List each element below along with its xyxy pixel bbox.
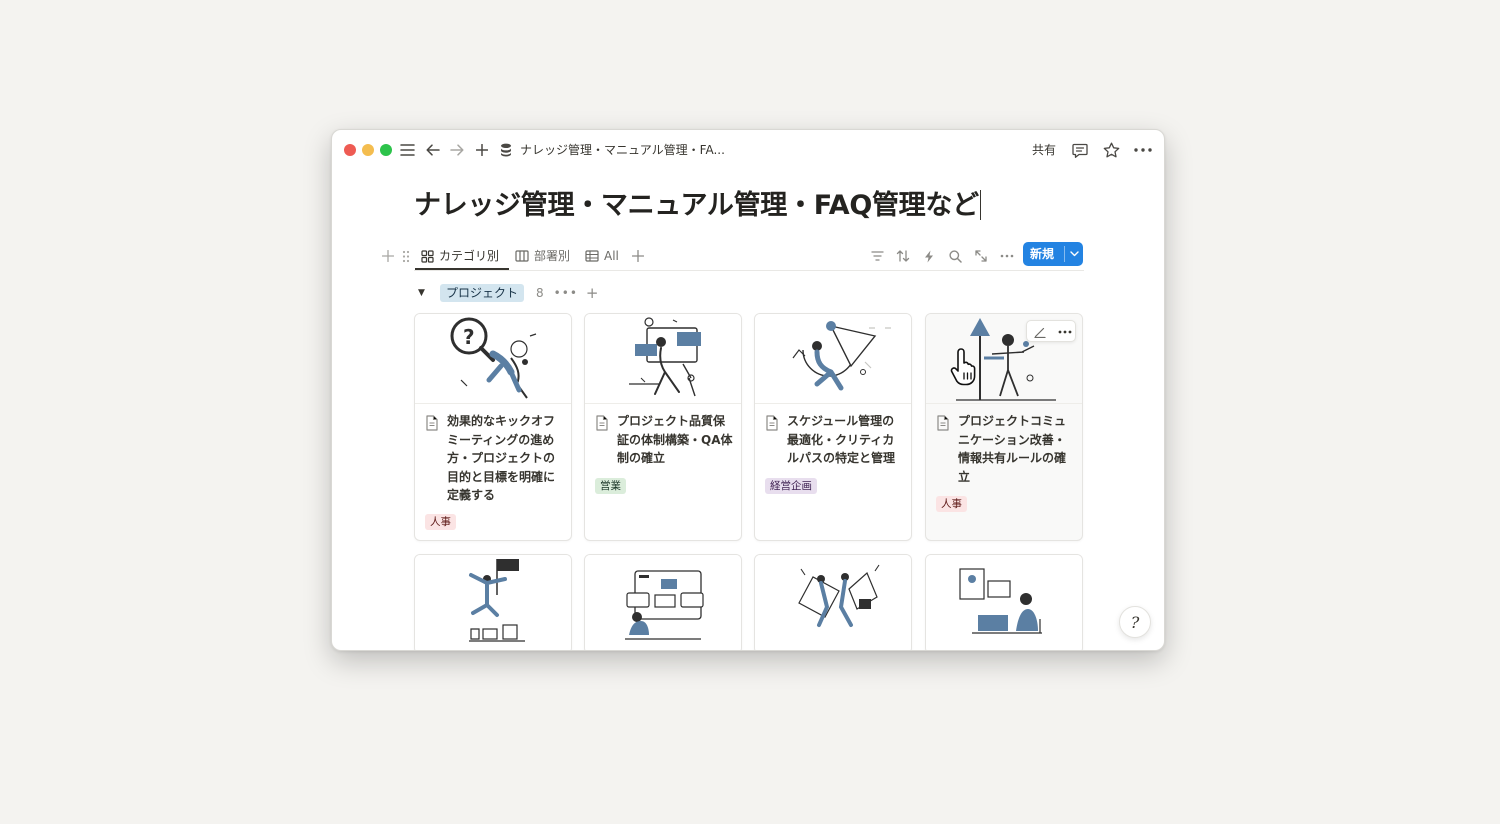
sort-icon[interactable] [893, 246, 913, 266]
menu-icon[interactable] [398, 140, 416, 160]
hand-cursor-icon [950, 348, 976, 386]
board-icon [515, 250, 529, 262]
group-badge[interactable]: プロジェクト [440, 284, 525, 302]
card-title: プロジェクト品質保証の体制構築・QA体制の確立 [617, 414, 733, 465]
group-collapse-toggle[interactable]: ▼ [418, 288, 432, 298]
card-cover-illustration [585, 555, 741, 645]
card-more-icon[interactable] [1052, 321, 1077, 343]
gallery-card[interactable]: プロジェクトコミュニケーション改善・情報共有ルールの確立 人事 [925, 313, 1083, 541]
gallery-card[interactable] [584, 554, 742, 650]
drag-handle-icon[interactable] [396, 246, 416, 266]
table-icon [585, 250, 599, 262]
share-button[interactable]: 共有 [1032, 140, 1056, 160]
page-icon [766, 415, 778, 431]
add-block-plus-icon[interactable] [378, 246, 398, 266]
tab-label: All [604, 249, 619, 263]
tab-all[interactable]: All [585, 242, 619, 270]
group-count: 8 [536, 286, 544, 300]
zoom-window-button[interactable] [380, 144, 392, 156]
edit-pencil-icon[interactable] [1027, 321, 1052, 343]
gallery-card[interactable]: プロジェクト品質保証の体制構築・QA体制の確立 営業 [584, 313, 742, 541]
gallery-card[interactable] [925, 554, 1083, 650]
new-button-label: 新規 [1030, 247, 1055, 261]
card-cover-illustration [415, 555, 571, 645]
search-icon[interactable] [945, 246, 965, 266]
help-button[interactable]: ? [1119, 606, 1151, 638]
page-title[interactable]: ナレッジ管理・マニュアル管理・FAQ管理など [414, 184, 981, 228]
expand-icon[interactable] [971, 246, 991, 266]
page-icon [937, 415, 949, 431]
group-add-plus-icon[interactable]: + [586, 284, 599, 302]
card-action-bar [1026, 320, 1076, 342]
help-icon: ? [1130, 612, 1140, 632]
gallery-card[interactable] [414, 554, 572, 650]
view-toolbar: カテゴリ別 部署別 All 新規 [378, 242, 1084, 270]
tab-label: 部署別 [534, 249, 571, 263]
back-arrow-icon[interactable] [424, 140, 442, 160]
title-bar: ナレッジ管理・マニュアル管理・FA... 共有 [332, 130, 1164, 170]
tab-label: カテゴリ別 [439, 249, 500, 263]
gallery-card[interactable] [754, 554, 912, 650]
star-icon[interactable] [1101, 140, 1121, 160]
automation-icon[interactable] [919, 246, 939, 266]
page-icon [426, 415, 438, 431]
gallery-card[interactable]: ? 効果的なキックオフミーティングの進め方・プロジェクトの目的と目標を明確に定義… [414, 313, 572, 541]
card-cover-illustration [755, 555, 911, 645]
tab-department[interactable]: 部署別 [515, 242, 570, 270]
forward-arrow-icon[interactable] [448, 140, 466, 160]
breadcrumb[interactable]: ナレッジ管理・マニュアル管理・FA... [520, 140, 725, 160]
card-title: スケジュール管理の最適化・クリティカルパスの特定と管理 [787, 414, 896, 465]
more-icon[interactable] [1132, 140, 1154, 160]
close-window-button[interactable] [344, 144, 356, 156]
card-cover-illustration: ? [415, 314, 571, 404]
new-button[interactable]: 新規 [1023, 242, 1083, 266]
card-cover-illustration [585, 314, 741, 404]
tab-category[interactable]: カテゴリ別 [421, 242, 499, 270]
page-icon [596, 415, 608, 431]
card-title: 効果的なキックオフミーティングの進め方・プロジェクトの目的と目標を明確に定義する [447, 414, 556, 502]
database-icon [498, 140, 514, 160]
tabs-divider [414, 270, 1084, 271]
filter-icon[interactable] [867, 246, 887, 266]
card-tag: 人事 [936, 496, 967, 512]
add-view-plus-icon[interactable] [628, 246, 648, 266]
card-tag: 経営企画 [765, 478, 817, 494]
card-cover-illustration [755, 314, 911, 404]
text-caret [979, 189, 981, 220]
minimize-window-button[interactable] [362, 144, 374, 156]
card-title: プロジェクトコミュニケーション改善・情報共有ルールの確立 [958, 414, 1067, 484]
svg-text:?: ? [463, 325, 475, 349]
card-cover-illustration [926, 555, 1082, 645]
chevron-down-icon[interactable] [1067, 246, 1081, 262]
group-more-icon[interactable]: ••• [554, 286, 578, 300]
new-button-divider [1064, 246, 1065, 262]
card-tag: 人事 [425, 514, 456, 530]
gallery-icon [421, 249, 434, 263]
card-tag: 営業 [595, 478, 626, 494]
new-page-plus-icon[interactable] [473, 140, 491, 160]
group-header: ▼ プロジェクト 8 ••• + [418, 282, 598, 304]
comment-icon[interactable] [1070, 140, 1090, 160]
gallery-card[interactable]: スケジュール管理の最適化・クリティカルパスの特定と管理 経営企画 [754, 313, 912, 541]
view-more-icon[interactable] [997, 246, 1017, 266]
app-window: ナレッジ管理・マニュアル管理・FA... 共有 ナレッジ管理・マニュアル管理・F… [331, 129, 1165, 651]
